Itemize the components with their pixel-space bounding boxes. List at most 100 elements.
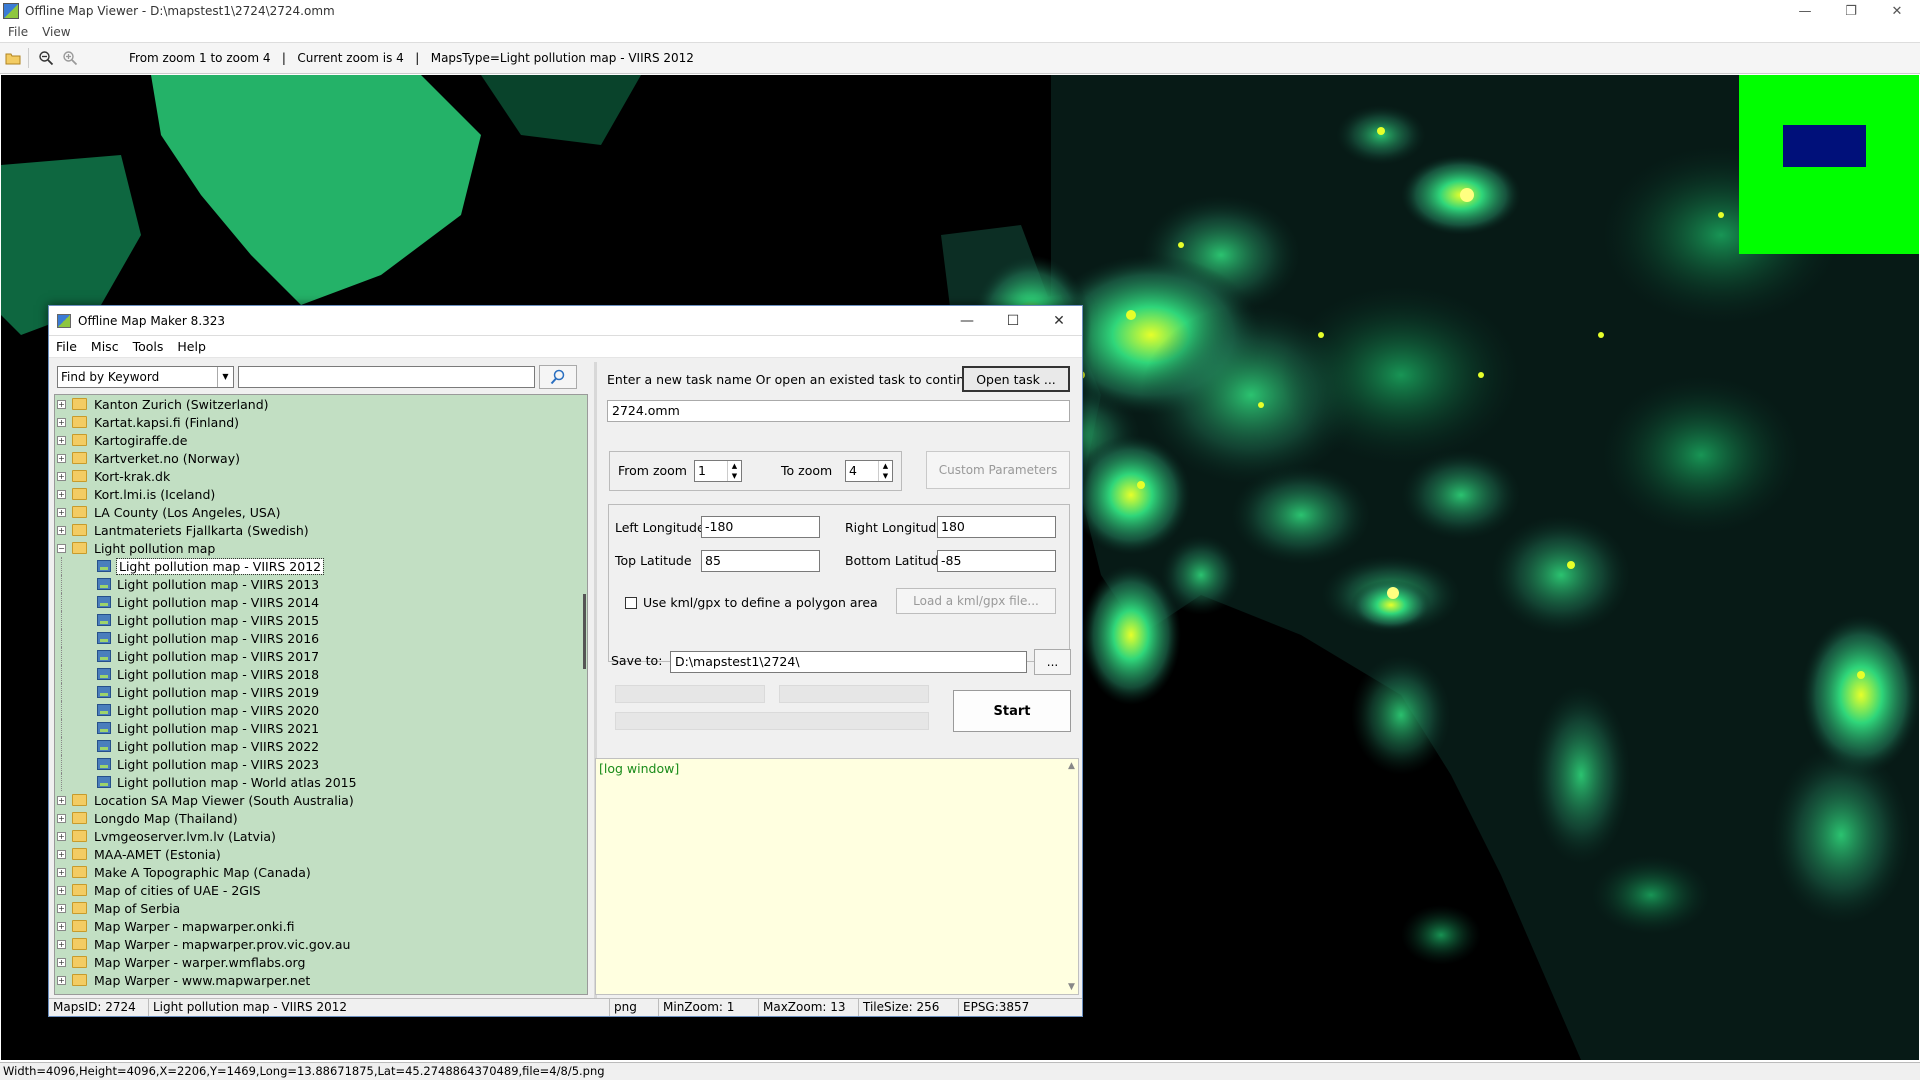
- expand-icon[interactable]: +: [57, 939, 66, 949]
- tree-folder-item[interactable]: + Kartogiraffe.de: [55, 431, 587, 449]
- expand-icon[interactable]: +: [57, 903, 66, 913]
- tree-folder-item[interactable]: + Make A Topographic Map (Canada): [55, 863, 587, 881]
- save-path-input[interactable]: D:\mapstest1\2724\: [670, 651, 1027, 673]
- load-kml-button[interactable]: Load a kml/gpx file...: [896, 588, 1056, 614]
- start-button[interactable]: Start: [953, 690, 1071, 732]
- expand-icon[interactable]: +: [57, 921, 66, 931]
- tree-folder-item[interactable]: + Lantmateriets Fjallkarta (Swedish): [55, 521, 587, 539]
- expand-icon[interactable]: +: [57, 507, 66, 517]
- collapse-icon[interactable]: −: [57, 543, 66, 553]
- tree-map-item[interactable]: Light pollution map - VIIRS 2017: [55, 647, 587, 665]
- search-mode-select[interactable]: Find by Keyword ▼: [57, 366, 234, 388]
- tree-map-item[interactable]: Light pollution map - VIIRS 2021: [55, 719, 587, 737]
- tree-folder-item[interactable]: + Kanton Zurich (Switzerland): [55, 395, 587, 413]
- tree-folder-item[interactable]: + Kartat.kapsi.fi (Finland): [55, 413, 587, 431]
- restore-button[interactable]: ❐: [1828, 0, 1874, 22]
- tree-map-item[interactable]: Light pollution map - VIIRS 2018: [55, 665, 587, 683]
- zoom-out-icon[interactable]: [35, 47, 57, 69]
- expand-icon[interactable]: +: [57, 813, 66, 823]
- expand-icon[interactable]: +: [57, 975, 66, 985]
- menu-file[interactable]: File: [8, 25, 28, 39]
- tree-folder-item[interactable]: + Kort-krak.dk: [55, 467, 587, 485]
- tree-folder-item[interactable]: + LA County (Los Angeles, USA): [55, 503, 587, 521]
- left-longitude-input[interactable]: -180: [701, 516, 820, 538]
- expand-icon[interactable]: +: [57, 831, 66, 841]
- log-window[interactable]: [log window]: [595, 758, 1079, 995]
- tree-folder-item[interactable]: + Map Warper - warper.wmflabs.org: [55, 953, 587, 971]
- expand-icon[interactable]: +: [57, 435, 66, 445]
- expand-icon[interactable]: +: [57, 525, 66, 535]
- from-zoom-spinner[interactable]: 1 ▲ ▼: [694, 460, 742, 482]
- right-longitude-input[interactable]: 180: [937, 516, 1056, 538]
- tree-folder-item[interactable]: + Longdo Map (Thailand): [55, 809, 587, 827]
- dialog-menu-help[interactable]: Help: [177, 339, 206, 354]
- open-folder-icon[interactable]: [2, 47, 24, 69]
- search-input[interactable]: [238, 366, 535, 388]
- tree-scrollbar-thumb[interactable]: [583, 594, 586, 669]
- tree-map-item[interactable]: Light pollution map - VIIRS 2012: [55, 557, 587, 575]
- task-name-input[interactable]: 2724.omm: [607, 400, 1070, 422]
- tree-folder-item[interactable]: + Location SA Map Viewer (South Australia…: [55, 791, 587, 809]
- tree-folder-item[interactable]: + Lvmgeoserver.lvm.lv (Latvia): [55, 827, 587, 845]
- expand-icon[interactable]: +: [57, 453, 66, 463]
- expand-icon[interactable]: +: [57, 795, 66, 805]
- kml-polygon-checkbox[interactable]: [625, 597, 637, 609]
- browse-button[interactable]: ...: [1034, 649, 1071, 675]
- tree-folder-item[interactable]: − Light pollution map: [55, 539, 587, 557]
- tree-map-item[interactable]: Light pollution map - VIIRS 2016: [55, 629, 587, 647]
- dialog-maximize-button[interactable]: ☐: [990, 306, 1036, 336]
- overview-minimap[interactable]: [1739, 75, 1919, 254]
- expand-icon[interactable]: +: [57, 867, 66, 877]
- expand-icon[interactable]: +: [57, 885, 66, 895]
- dialog-menu-file[interactable]: File: [56, 339, 77, 354]
- tree-map-item[interactable]: Light pollution map - VIIRS 2019: [55, 683, 587, 701]
- tree-folder-item[interactable]: + Kort.lmi.is (Iceland): [55, 485, 587, 503]
- tree-folder-item[interactable]: + Map of Serbia: [55, 899, 587, 917]
- chevron-down-icon[interactable]: ▼: [217, 367, 233, 387]
- spin-up-icon[interactable]: ▲: [879, 461, 892, 471]
- expand-icon[interactable]: +: [57, 957, 66, 967]
- tree-folder-item[interactable]: + Kartverket.no (Norway): [55, 449, 587, 467]
- spin-up-icon[interactable]: ▲: [728, 461, 741, 471]
- custom-parameters-button[interactable]: Custom Parameters: [926, 451, 1070, 489]
- search-button[interactable]: [539, 365, 577, 389]
- tree-folder-item[interactable]: + Map Warper - www.mapwarper.net: [55, 971, 587, 989]
- tree-folder-item[interactable]: + Map Warper - mapwarper.prov.vic.gov.au: [55, 935, 587, 953]
- open-task-button[interactable]: Open task ...: [962, 366, 1070, 392]
- close-button[interactable]: ✕: [1874, 0, 1920, 22]
- to-zoom-spinner[interactable]: 4 ▲ ▼: [845, 460, 893, 482]
- expand-icon[interactable]: +: [57, 471, 66, 481]
- expand-icon[interactable]: +: [57, 417, 66, 427]
- overview-viewport-rect[interactable]: [1783, 125, 1866, 167]
- tree-map-item[interactable]: Light pollution map - World atlas 2015: [55, 773, 587, 791]
- spin-down-icon[interactable]: ▼: [728, 471, 741, 481]
- dialog-menu-tools[interactable]: Tools: [133, 339, 164, 354]
- dialog-close-button[interactable]: ✕: [1036, 306, 1082, 336]
- tree-folder-item[interactable]: + Map of cities of UAE - 2GIS: [55, 881, 587, 899]
- folder-icon: [72, 956, 87, 968]
- dialog-menu-misc[interactable]: Misc: [91, 339, 119, 354]
- scroll-up-icon[interactable]: ▲: [1068, 761, 1075, 771]
- expand-icon[interactable]: +: [57, 399, 66, 409]
- scroll-down-icon[interactable]: ▼: [1068, 982, 1075, 992]
- expand-icon[interactable]: +: [57, 489, 66, 499]
- dialog-minimize-button[interactable]: —: [944, 306, 990, 336]
- map-layer-icon: [97, 740, 111, 752]
- tree-map-item[interactable]: Light pollution map - VIIRS 2015: [55, 611, 587, 629]
- tree-map-item[interactable]: Light pollution map - VIIRS 2022: [55, 737, 587, 755]
- tree-map-item[interactable]: Light pollution map - VIIRS 2013: [55, 575, 587, 593]
- top-latitude-input[interactable]: 85: [701, 550, 820, 572]
- tree-folder-item[interactable]: + Map Warper - mapwarper.onki.fi: [55, 917, 587, 935]
- tree-folder-item[interactable]: + MAA-AMET (Estonia): [55, 845, 587, 863]
- tree-map-item[interactable]: Light pollution map - VIIRS 2023: [55, 755, 587, 773]
- zoom-in-icon[interactable]: [59, 47, 81, 69]
- menu-view[interactable]: View: [42, 25, 70, 39]
- map-source-tree[interactable]: + Kanton Zurich (Switzerland) + Kartat.kaps…: [54, 394, 588, 995]
- spin-down-icon[interactable]: ▼: [879, 471, 892, 481]
- tree-map-item[interactable]: Light pollution map - VIIRS 2014: [55, 593, 587, 611]
- minimize-button[interactable]: —: [1782, 0, 1828, 22]
- tree-map-item[interactable]: Light pollution map - VIIRS 2020: [55, 701, 587, 719]
- expand-icon[interactable]: +: [57, 849, 66, 859]
- log-scrollbar[interactable]: ▲ ▼: [1068, 759, 1078, 994]
- bottom-latitude-input[interactable]: -85: [937, 550, 1056, 572]
